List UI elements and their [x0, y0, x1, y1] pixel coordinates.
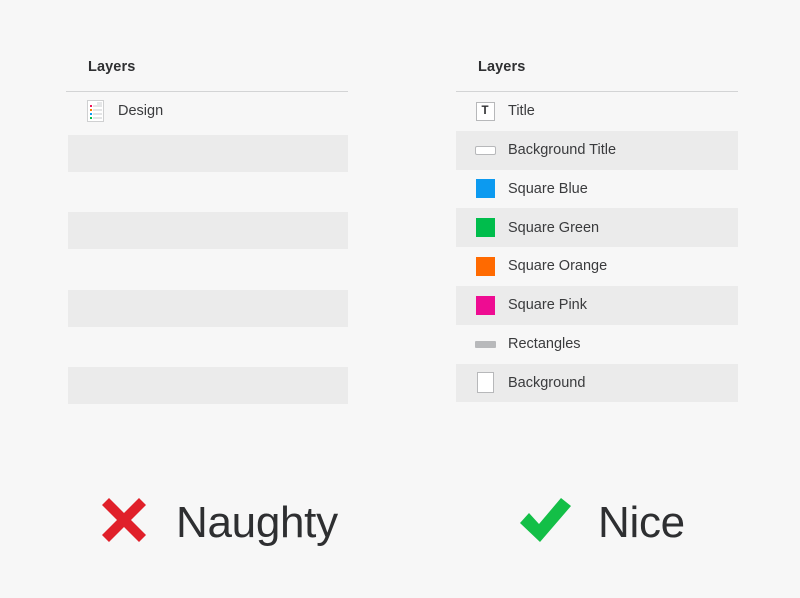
- canvas: Layers Design Layers T Title Background …: [0, 0, 800, 598]
- unnamed-layer-placeholder[interactable]: [68, 290, 348, 327]
- layer-row-background-title[interactable]: Background Title: [456, 130, 738, 170]
- layer-label: Design: [118, 103, 164, 120]
- panel-title: Layers: [478, 59, 526, 75]
- rounded-rect-icon: [474, 139, 496, 161]
- layer-label: Background Title: [508, 141, 617, 158]
- panel-title: Layers: [88, 59, 136, 75]
- layer-row[interactable]: Design: [66, 92, 348, 131]
- layer-label: Rectangles: [508, 335, 581, 352]
- unnamed-layer-placeholder[interactable]: [68, 135, 348, 172]
- text-layer-icon: T: [474, 100, 496, 122]
- text-layer-glyph: T: [475, 101, 495, 121]
- layer-row-square-orange[interactable]: Square Orange: [456, 247, 738, 286]
- layer-row-title[interactable]: T Title: [456, 92, 738, 131]
- layers-panel-nice: Layers T Title Background Title Square B…: [456, 58, 738, 403]
- layer-label: Background: [508, 374, 586, 391]
- check-icon: [516, 492, 574, 553]
- layer-row-square-pink[interactable]: Square Pink: [456, 285, 738, 325]
- layer-label: Title: [508, 103, 535, 120]
- color-swatch-icon: [474, 217, 496, 239]
- layer-label: Square Orange: [508, 258, 608, 275]
- color-swatch-icon: [474, 178, 496, 200]
- layer-row-square-green[interactable]: Square Green: [456, 208, 738, 248]
- cross-icon: [96, 492, 152, 553]
- layer-row-square-blue[interactable]: Square Blue: [456, 170, 738, 209]
- color-swatch-icon: [474, 294, 496, 316]
- verdict-label: Naughty: [176, 497, 338, 547]
- layer-row-background[interactable]: Background: [456, 363, 738, 403]
- layer-label: Square Blue: [508, 180, 588, 197]
- gray-bar-icon: [474, 333, 496, 355]
- layer-label: Square Green: [508, 219, 600, 236]
- sketch-document-icon: [84, 100, 106, 123]
- verdict-naughty: Naughty: [96, 492, 338, 553]
- verdict-label: Nice: [598, 497, 685, 547]
- verdict-nice: Nice: [516, 492, 685, 553]
- unnamed-layer-placeholder[interactable]: [68, 212, 348, 249]
- layer-label: Square Pink: [508, 297, 587, 314]
- color-swatch-icon: [474, 256, 496, 278]
- layer-list-naughty: Design: [66, 92, 348, 131]
- layer-row-rectangles[interactable]: Rectangles: [456, 325, 738, 364]
- layer-list-nice: T Title Background Title Square Blue Squ…: [456, 92, 738, 403]
- unnamed-layer-placeholder[interactable]: [68, 367, 348, 404]
- white-rect-icon: [474, 372, 496, 394]
- layers-panel-naughty: Layers Design: [66, 58, 348, 131]
